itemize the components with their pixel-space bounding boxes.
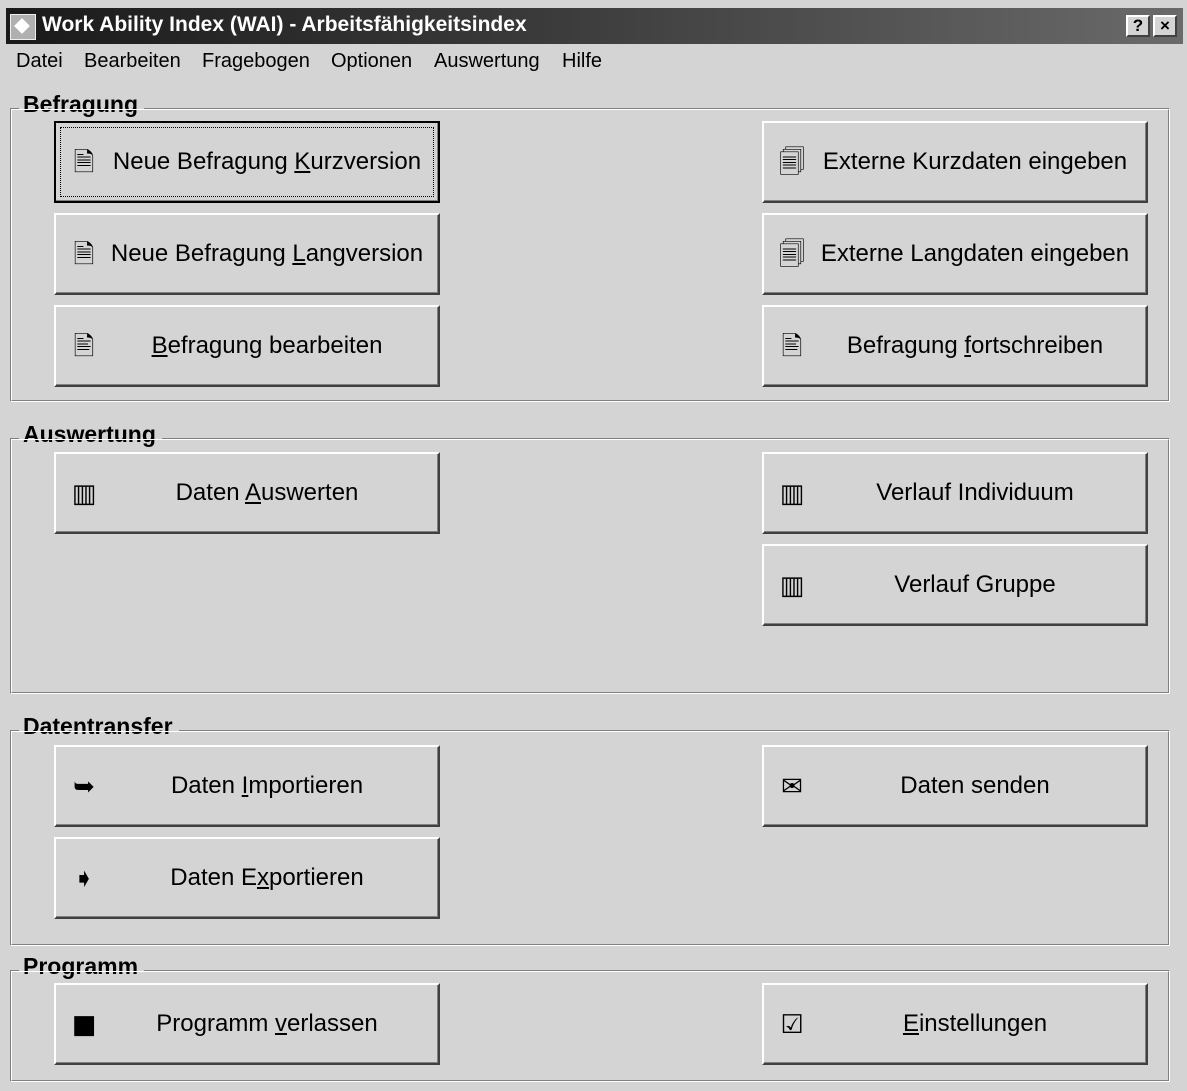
daten-senden-button[interactable]: ✉ Daten senden: [762, 745, 1148, 827]
menu-auswertung[interactable]: Auswertung: [434, 50, 540, 73]
help-button[interactable]: ?: [1126, 15, 1150, 37]
settings-checklist-icon: ☑: [780, 1010, 804, 1040]
menu-datei[interactable]: Datei: [16, 50, 63, 73]
edit-document-icon: 🖹: [781, 332, 803, 362]
menu-fragebogen[interactable]: Fragebogen: [202, 50, 310, 73]
chart-icon: ▥: [71, 479, 97, 509]
menu-bearbeiten[interactable]: Bearbeiten: [84, 50, 181, 73]
exit-door-icon: ■: [71, 1010, 97, 1040]
externe-langdaten-button[interactable]: 🗐 Externe Langdaten eingeben: [762, 213, 1148, 295]
menu-hilfe[interactable]: Hilfe: [562, 50, 602, 73]
window-title: Work Ability Index (WAI) - Arbeitsfähigk…: [42, 13, 527, 36]
neue-befragung-kurzversion-button[interactable]: 🗎 Neue Befragung Kurzversion: [54, 121, 440, 203]
new-document-icon: 🗎: [73, 240, 95, 270]
befragung-bearbeiten-button[interactable]: 🖹 Befragung bearbeiten: [54, 305, 440, 387]
import-icon: ➥: [73, 772, 95, 802]
befragung-fortschreiben-button[interactable]: 🖹 Befragung fortschreiben: [762, 305, 1148, 387]
daten-auswerten-button[interactable]: ▥ Daten Auswerten: [54, 452, 440, 534]
daten-importieren-button[interactable]: ➥ Daten Importieren: [54, 745, 440, 827]
group-programm-label: Programm: [19, 953, 145, 980]
group-datentransfer-label: Datentransfer: [19, 713, 179, 740]
chart-icon: ▥: [779, 479, 805, 509]
new-document-icon: 🗎: [73, 148, 95, 178]
mail-icon: ✉: [781, 772, 803, 802]
app-icon: [10, 14, 36, 40]
neue-befragung-langversion-button[interactable]: 🗎 Neue Befragung Langversion: [54, 213, 440, 295]
chart-icon: ▥: [779, 571, 805, 601]
externe-kurzdaten-button[interactable]: 🗐 Externe Kurzdaten eingeben: [762, 121, 1148, 203]
external-data-icon: 🗐: [779, 148, 805, 178]
export-icon: ➧: [73, 864, 95, 894]
edit-document-icon: 🖹: [73, 332, 95, 362]
verlauf-gruppe-button[interactable]: ▥ Verlauf Gruppe: [762, 544, 1148, 626]
einstellungen-button[interactable]: ☑ Einstellungen: [762, 983, 1148, 1065]
group-befragung-label: Befragung: [19, 91, 144, 118]
menu-bar: Datei Bearbeiten Fragebogen Optionen Aus…: [6, 46, 1183, 78]
group-auswertung-label: Auswertung: [19, 421, 162, 448]
programm-verlassen-button[interactable]: ■ Programm verlassen: [54, 983, 440, 1065]
close-button[interactable]: ×: [1153, 15, 1177, 37]
verlauf-individuum-button[interactable]: ▥ Verlauf Individuum: [762, 452, 1148, 534]
external-data-icon: 🗐: [779, 240, 805, 270]
daten-exportieren-button[interactable]: ➧ Daten Exportieren: [54, 837, 440, 919]
title-bar: Work Ability Index (WAI) - Arbeitsfähigk…: [6, 8, 1183, 44]
menu-optionen[interactable]: Optionen: [331, 50, 412, 73]
